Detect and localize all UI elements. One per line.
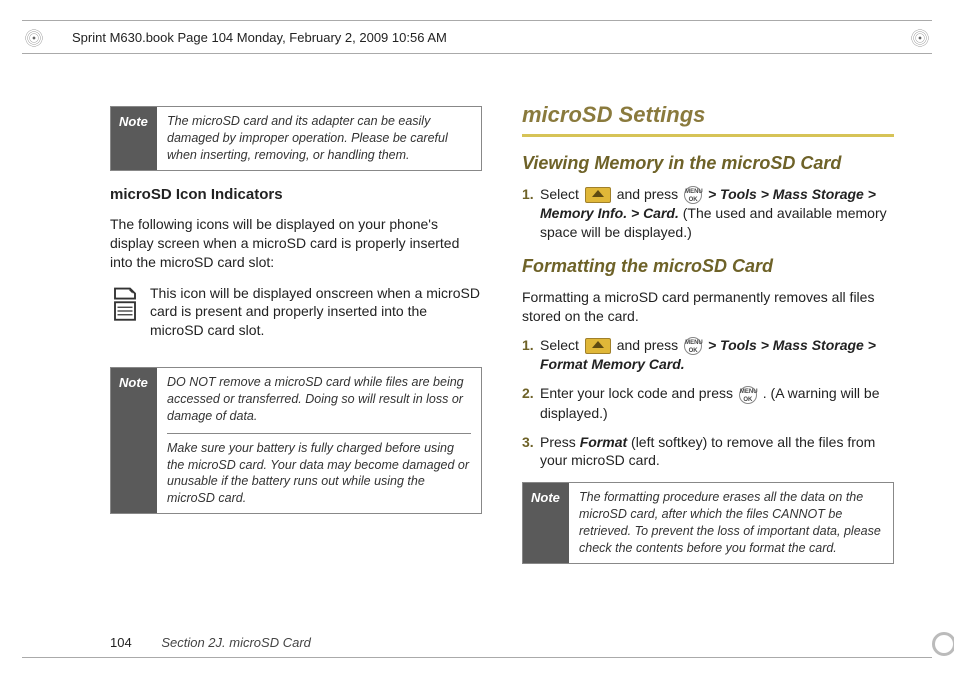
steps-formatting: Select and press MENU OK > Tools > Mass … <box>522 336 894 470</box>
subheading-viewing-memory: Viewing Memory in the microSD Card <box>522 151 894 175</box>
step-text-pre: Select <box>540 337 583 353</box>
step-item: Enter your lock code and press MENU OK .… <box>540 384 894 422</box>
spiral-icon <box>20 24 48 52</box>
note-para-1: DO NOT remove a microSD card while files… <box>167 374 471 425</box>
menu-ok-key-icon: MENU OK <box>684 337 702 355</box>
crop-bottom-line <box>22 657 932 658</box>
note-body: The microSD card and its adapter can be … <box>157 107 481 170</box>
note-box-handling: Note The microSD card and its adapter ca… <box>110 106 482 171</box>
icon-description-text: This icon will be displayed onscreen whe… <box>150 285 480 339</box>
section-label: Section 2J. microSD Card <box>161 635 311 650</box>
left-column: Note The microSD card and its adapter ca… <box>110 100 482 624</box>
format-intro-text: Formatting a microSD card permanently re… <box>522 288 894 326</box>
subheading-formatting: Formatting the microSD Card <box>522 254 894 278</box>
page-footer: 104 Section 2J. microSD Card <box>110 635 311 650</box>
page-body: Note The microSD card and its adapter ca… <box>110 100 894 624</box>
note-label: Note <box>111 368 157 513</box>
icon-description-row: This icon will be displayed onscreen whe… <box>110 284 482 354</box>
crop-circle-icon <box>932 632 954 656</box>
right-column: microSD Settings Viewing Memory in the m… <box>522 100 894 624</box>
note-box-format-warning: Note The formatting procedure erases all… <box>522 482 894 564</box>
step-text-mid: and press <box>617 337 682 353</box>
step-item: Select and press MENU OK > Tools > Mass … <box>540 185 894 242</box>
page-number: 104 <box>110 635 132 650</box>
menu-ok-key-icon: MENU OK <box>739 386 757 404</box>
step-item: Select and press MENU OK > Tools > Mass … <box>540 336 894 374</box>
crop-header-text: Sprint M630.book Page 104 Monday, Februa… <box>72 30 447 45</box>
intro-text: The following icons will be displayed on… <box>110 215 482 272</box>
note-body: The formatting procedure erases all the … <box>569 483 893 563</box>
note-body: DO NOT remove a microSD card while files… <box>157 368 481 513</box>
section-heading-microsd-settings: microSD Settings <box>522 100 894 137</box>
note-label: Note <box>111 107 157 170</box>
menu-ok-key-icon: MENU OK <box>684 186 702 204</box>
step-text-pre: Press <box>540 434 580 450</box>
home-key-icon <box>585 338 611 354</box>
softkey-label: Format <box>580 434 627 450</box>
step-text-pre: Enter your lock code and press <box>540 385 737 401</box>
step-item: Press Format (left softkey) to remove al… <box>540 433 894 471</box>
spiral-icon <box>906 24 934 52</box>
note-para-2: Make sure your battery is fully charged … <box>167 433 471 508</box>
note-label: Note <box>523 483 569 563</box>
steps-viewing-memory: Select and press MENU OK > Tools > Mass … <box>522 185 894 242</box>
step-text-pre: Select <box>540 186 583 202</box>
note-box-warning: Note DO NOT remove a microSD card while … <box>110 367 482 514</box>
crop-header: Sprint M630.book Page 104 Monday, Februa… <box>22 20 932 54</box>
microsd-card-icon <box>110 286 140 324</box>
step-text-mid: and press <box>617 186 682 202</box>
subheading-icon-indicators: microSD Icon Indicators <box>110 185 482 205</box>
home-key-icon <box>585 187 611 203</box>
